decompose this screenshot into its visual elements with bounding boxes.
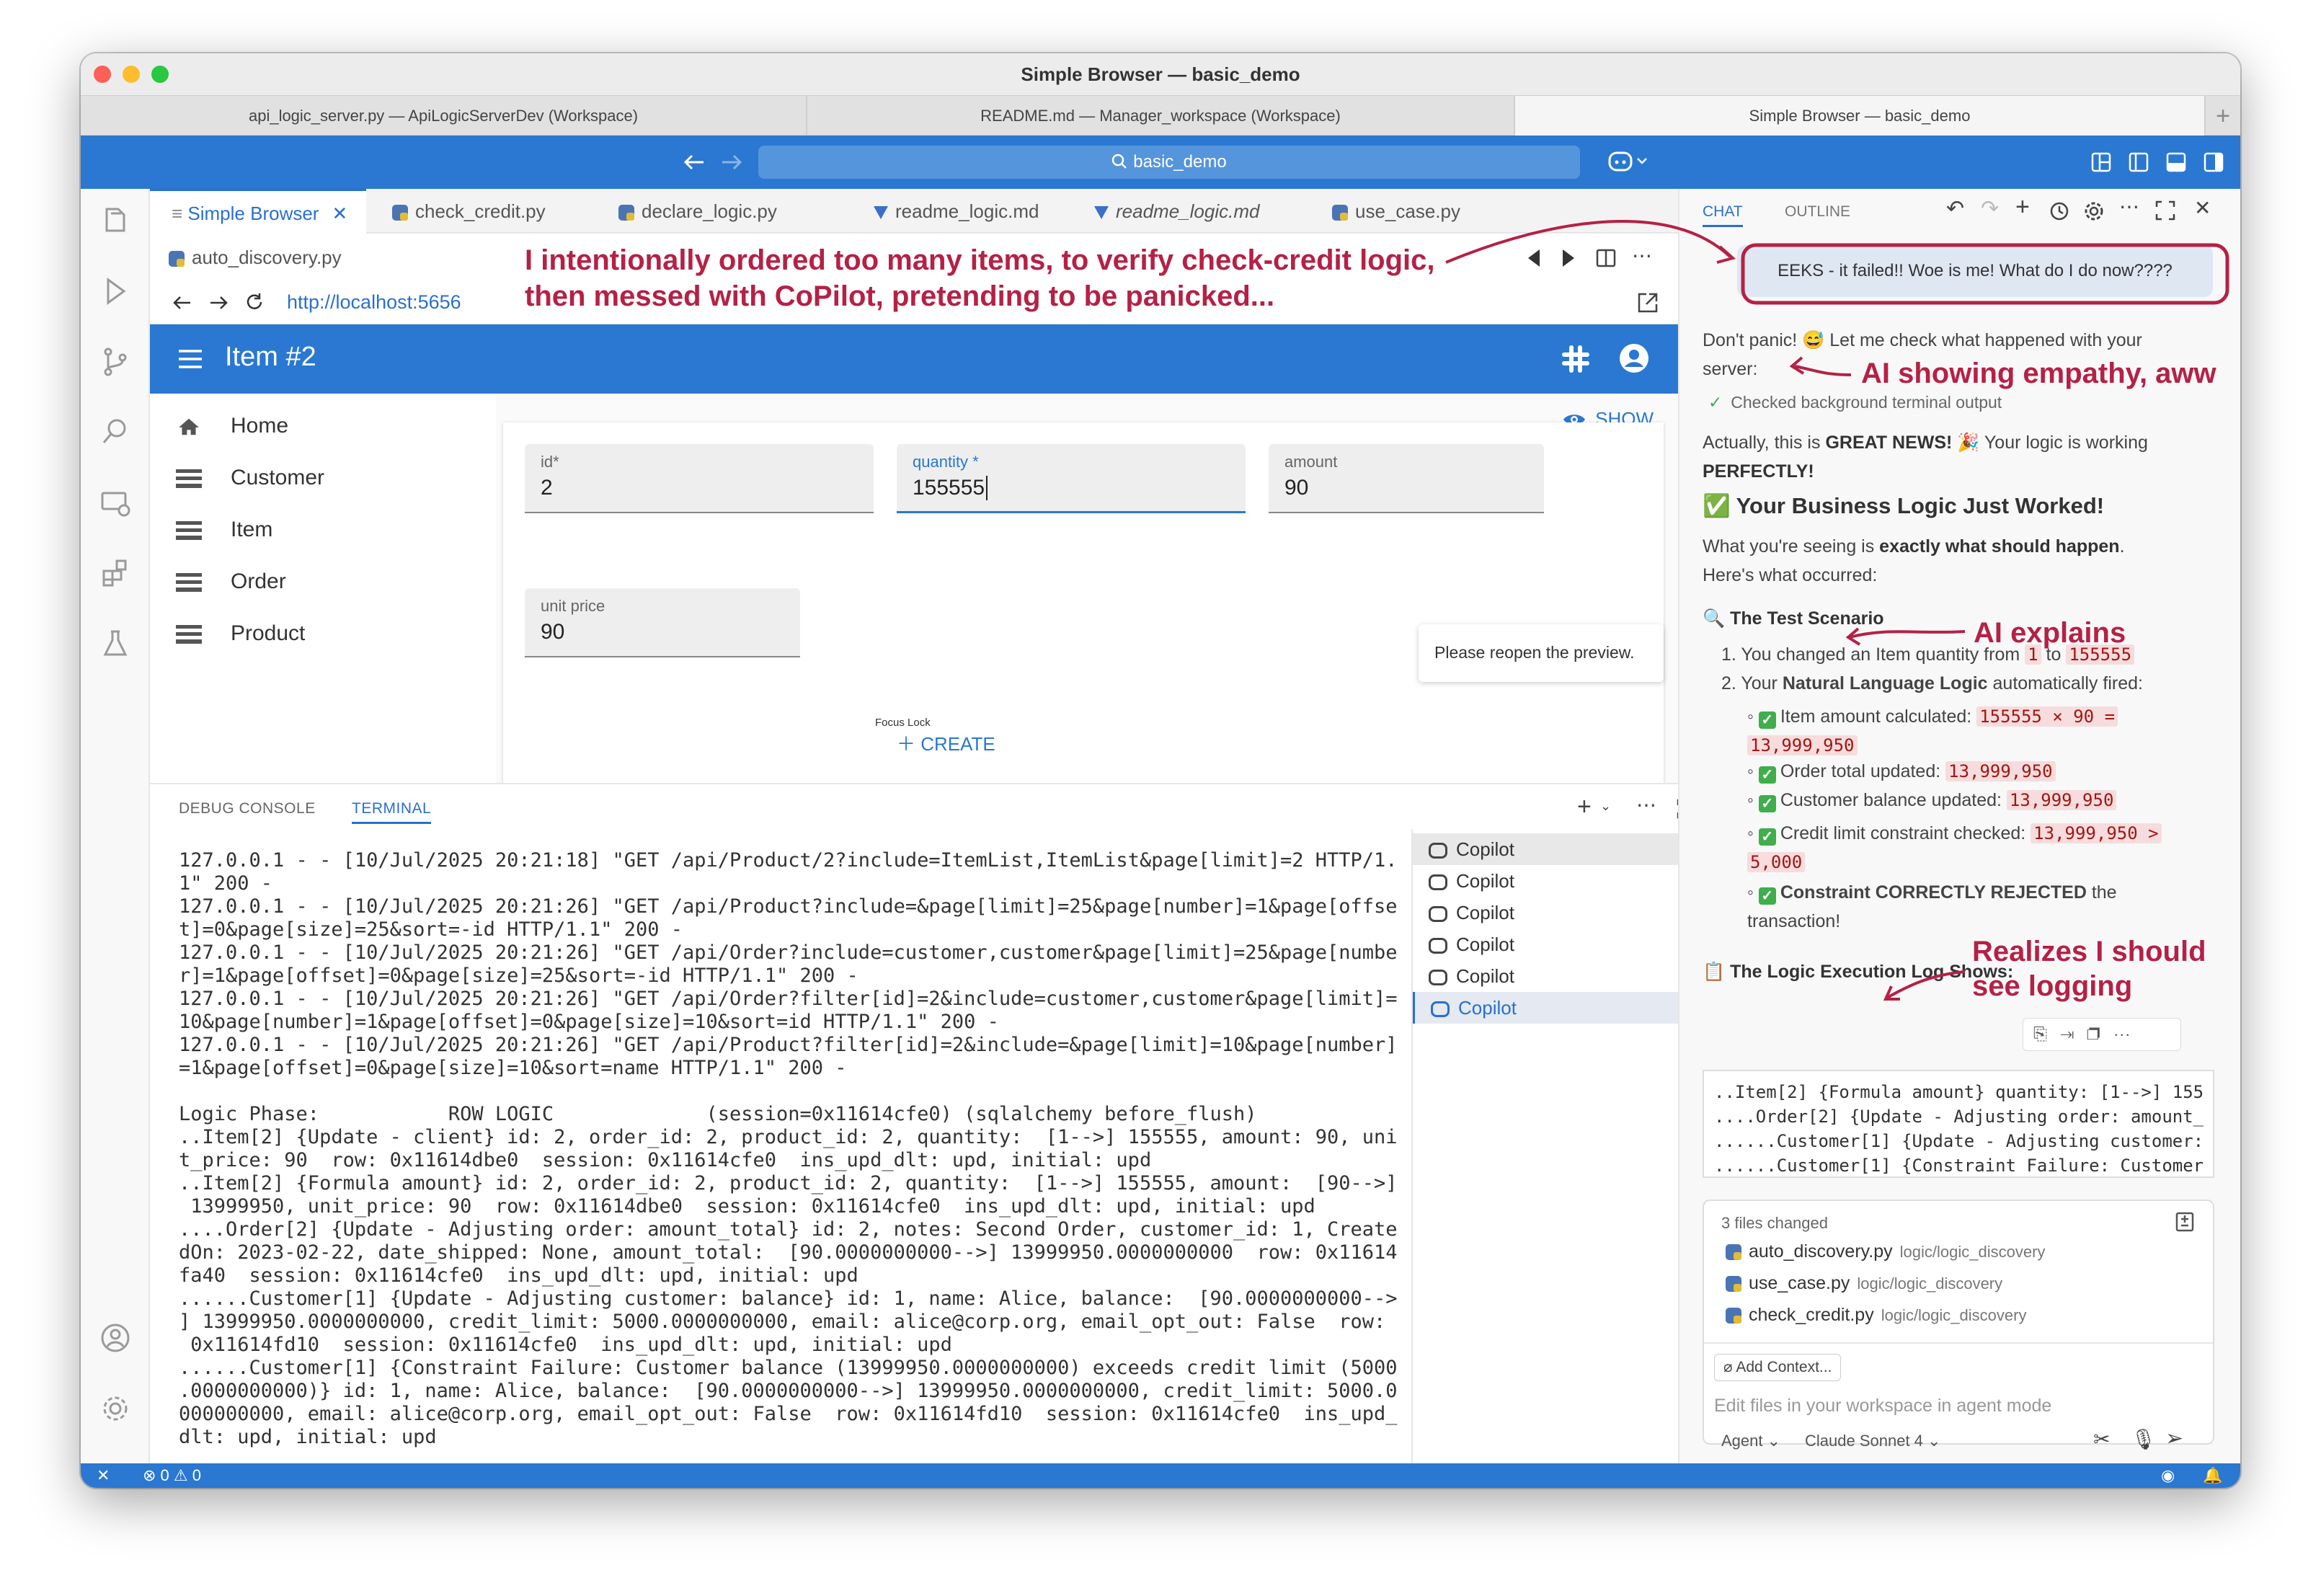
arrow-to-explanation bbox=[1849, 630, 1966, 639]
arrow-to-message bbox=[1445, 220, 1731, 264]
highlight-box bbox=[1741, 243, 2229, 305]
annotation-arrows bbox=[1445, 220, 2229, 1001]
arrow-to-log bbox=[1886, 970, 1966, 999]
